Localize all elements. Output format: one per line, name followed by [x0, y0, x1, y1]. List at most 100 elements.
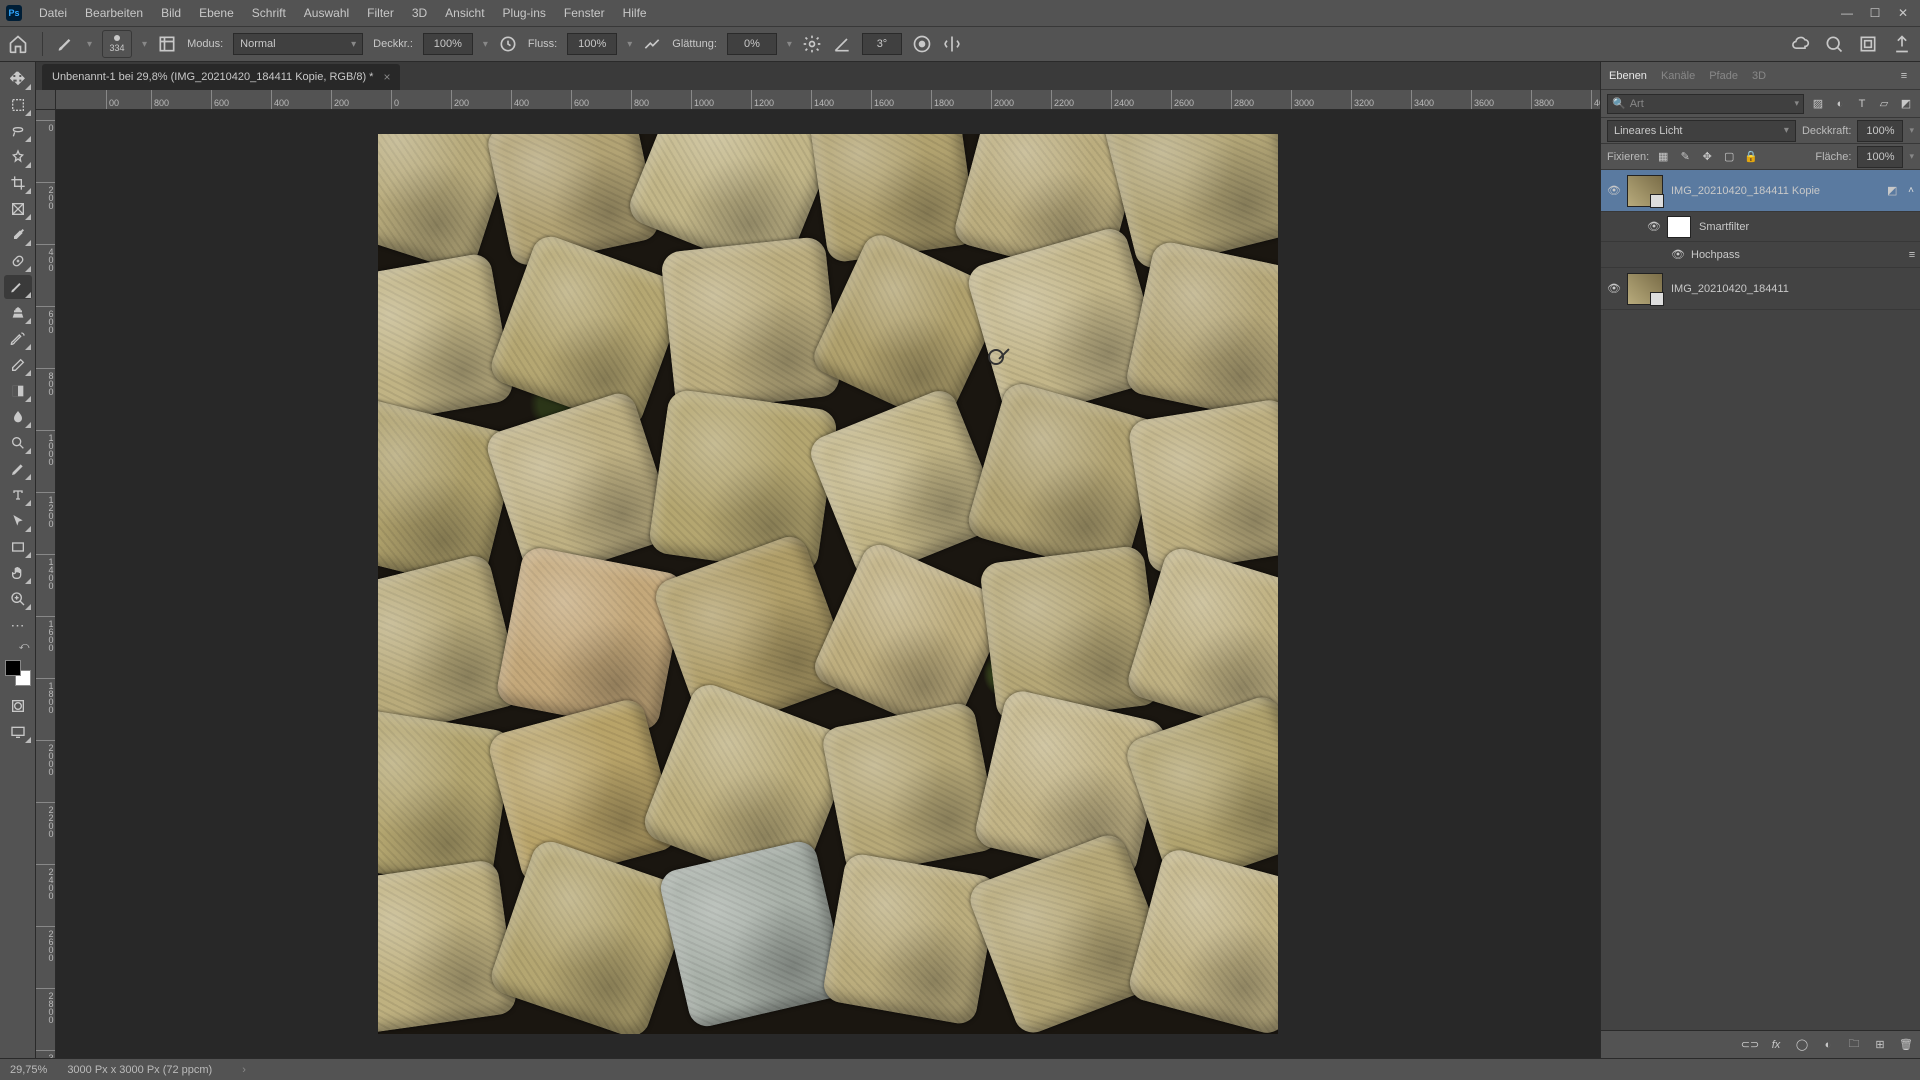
- dropdown-icon[interactable]: ▾: [87, 39, 92, 50]
- filter-shape-icon[interactable]: ▱: [1876, 96, 1892, 112]
- search-icon[interactable]: [1824, 34, 1844, 54]
- color-swatches[interactable]: [5, 660, 31, 686]
- filter-mask-thumbnail[interactable]: [1667, 216, 1691, 238]
- filter-row[interactable]: 👁 Hochpass ≡: [1601, 242, 1920, 268]
- path-select-tool[interactable]: [4, 509, 32, 533]
- visibility-toggle[interactable]: 👁: [1601, 282, 1627, 295]
- home-icon[interactable]: [8, 34, 28, 54]
- zoom-level[interactable]: 29,75%: [10, 1064, 47, 1076]
- horizontal-ruler[interactable]: 0080060040020002004006008001000120014001…: [56, 90, 1600, 110]
- eyedropper-tool[interactable]: [4, 223, 32, 247]
- clone-stamp-tool[interactable]: [4, 301, 32, 325]
- new-group-icon[interactable]: 🗀: [1846, 1037, 1862, 1053]
- opacity-field[interactable]: 100%: [423, 33, 473, 55]
- canvas[interactable]: [56, 110, 1600, 1058]
- hand-tool[interactable]: [4, 561, 32, 585]
- menu-filter[interactable]: Filter: [358, 2, 403, 24]
- eraser-tool[interactable]: [4, 353, 32, 377]
- brush-tool-icon[interactable]: [57, 34, 77, 54]
- maximize-button[interactable]: ☐: [1868, 6, 1882, 20]
- screen-mode-icon[interactable]: [4, 720, 32, 744]
- status-more-icon[interactable]: ›: [242, 1064, 246, 1076]
- brush-panel-icon[interactable]: [157, 34, 177, 54]
- layer-thumbnail[interactable]: [1627, 175, 1663, 207]
- dropdown-icon[interactable]: ▾: [627, 39, 632, 50]
- tab-channels[interactable]: Kanäle: [1661, 64, 1695, 88]
- filter-options-icon[interactable]: ≡: [1904, 247, 1920, 263]
- filter-image-icon[interactable]: ▨: [1810, 96, 1826, 112]
- layer-row[interactable]: 👁 IMG_20210420_184411 Kopie ◩ ˄: [1601, 170, 1920, 212]
- menu-schrift[interactable]: Schrift: [243, 2, 295, 24]
- airbrush-icon[interactable]: [642, 34, 662, 54]
- cloud-icon[interactable]: [1790, 34, 1810, 54]
- layer-thumbnail[interactable]: [1627, 273, 1663, 305]
- document-tab[interactable]: Unbenannt-1 bei 29,8% (IMG_20210420_1844…: [42, 64, 400, 90]
- close-tab-icon[interactable]: ×: [383, 70, 390, 84]
- layer-name[interactable]: IMG_20210420_184411: [1671, 283, 1920, 295]
- dropdown-icon[interactable]: ▾: [483, 39, 488, 50]
- fill-field[interactable]: 100%: [1857, 146, 1903, 168]
- menu-hilfe[interactable]: Hilfe: [614, 2, 656, 24]
- menu-ansicht[interactable]: Ansicht: [436, 2, 493, 24]
- filter-name[interactable]: Hochpass: [1691, 249, 1904, 261]
- swap-colors-icon[interactable]: ⤺: [4, 639, 32, 653]
- visibility-toggle[interactable]: 👁: [1641, 220, 1667, 233]
- smart-filters-row[interactable]: 👁 Smartfilter: [1601, 212, 1920, 242]
- menu-bild[interactable]: Bild: [152, 2, 190, 24]
- frame-tool[interactable]: [4, 197, 32, 221]
- tab-paths[interactable]: Pfade: [1709, 64, 1738, 88]
- layer-opacity-field[interactable]: 100%: [1857, 120, 1903, 142]
- vertical-ruler[interactable]: 0200400600800100012001400160018002000220…: [36, 110, 56, 1058]
- type-tool[interactable]: [4, 483, 32, 507]
- foreground-color[interactable]: [5, 660, 21, 676]
- pressure-size-icon[interactable]: [912, 34, 932, 54]
- history-brush-tool[interactable]: [4, 327, 32, 351]
- menu-plug-ins[interactable]: Plug-ins: [494, 2, 555, 24]
- tab-layers[interactable]: Ebenen: [1609, 64, 1647, 88]
- gradient-tool[interactable]: [4, 379, 32, 403]
- lock-position-icon[interactable]: ✥: [1699, 149, 1715, 165]
- tab-3d[interactable]: 3D: [1752, 64, 1766, 88]
- filter-type-icon[interactable]: T: [1854, 96, 1870, 112]
- smoothing-options-icon[interactable]: [802, 34, 822, 54]
- visibility-toggle[interactable]: 👁: [1601, 184, 1627, 197]
- move-tool[interactable]: [4, 67, 32, 91]
- ruler-origin[interactable]: [36, 90, 56, 110]
- layer-filter-select[interactable]: 🔍 Art ▾: [1607, 94, 1804, 114]
- menu-datei[interactable]: Datei: [30, 2, 76, 24]
- zoom-tool[interactable]: [4, 587, 32, 611]
- layer-blend-mode[interactable]: Lineares Licht: [1607, 120, 1796, 142]
- smoothing-field[interactable]: 0%: [727, 33, 777, 55]
- symmetry-icon[interactable]: [942, 34, 962, 54]
- layer-fx-icon[interactable]: fx: [1768, 1037, 1784, 1053]
- lock-brush-icon[interactable]: ✎: [1677, 149, 1693, 165]
- filter-adjust-icon[interactable]: ◐: [1832, 96, 1848, 112]
- lock-all-icon[interactable]: 🔒: [1743, 149, 1759, 165]
- visibility-toggle[interactable]: 👁: [1671, 248, 1691, 261]
- menu-3d[interactable]: 3D: [403, 2, 436, 24]
- flow-field[interactable]: 100%: [567, 33, 617, 55]
- dropdown-icon[interactable]: ▾: [787, 39, 792, 50]
- document-dimensions[interactable]: 3000 Px x 3000 Px (72 ppcm): [67, 1064, 212, 1076]
- filter-smart-icon[interactable]: ◩: [1898, 96, 1914, 112]
- dropdown-icon[interactable]: ▾: [142, 39, 147, 50]
- menu-fenster[interactable]: Fenster: [555, 2, 614, 24]
- menu-auswahl[interactable]: Auswahl: [295, 2, 358, 24]
- close-button[interactable]: ✕: [1896, 6, 1910, 20]
- crop-tool[interactable]: [4, 171, 32, 195]
- healing-tool[interactable]: [4, 249, 32, 273]
- brush-tool[interactable]: [4, 275, 32, 299]
- lasso-tool[interactable]: [4, 119, 32, 143]
- quick-select-tool[interactable]: [4, 145, 32, 169]
- layer-row[interactable]: 👁 IMG_20210420_184411: [1601, 268, 1920, 310]
- menu-ebene[interactable]: Ebene: [190, 2, 243, 24]
- quick-mask-icon[interactable]: [4, 694, 32, 718]
- menu-bearbeiten[interactable]: Bearbeiten: [76, 2, 152, 24]
- new-layer-icon[interactable]: ⊞: [1872, 1037, 1888, 1053]
- blend-mode-select[interactable]: Normal: [233, 33, 363, 55]
- adjustment-layer-icon[interactable]: ◐: [1820, 1037, 1836, 1053]
- workspace-icon[interactable]: [1858, 34, 1878, 54]
- minimize-button[interactable]: —: [1840, 6, 1854, 20]
- panel-menu-icon[interactable]: ≡: [1896, 68, 1912, 84]
- lock-artboard-icon[interactable]: ▢: [1721, 149, 1737, 165]
